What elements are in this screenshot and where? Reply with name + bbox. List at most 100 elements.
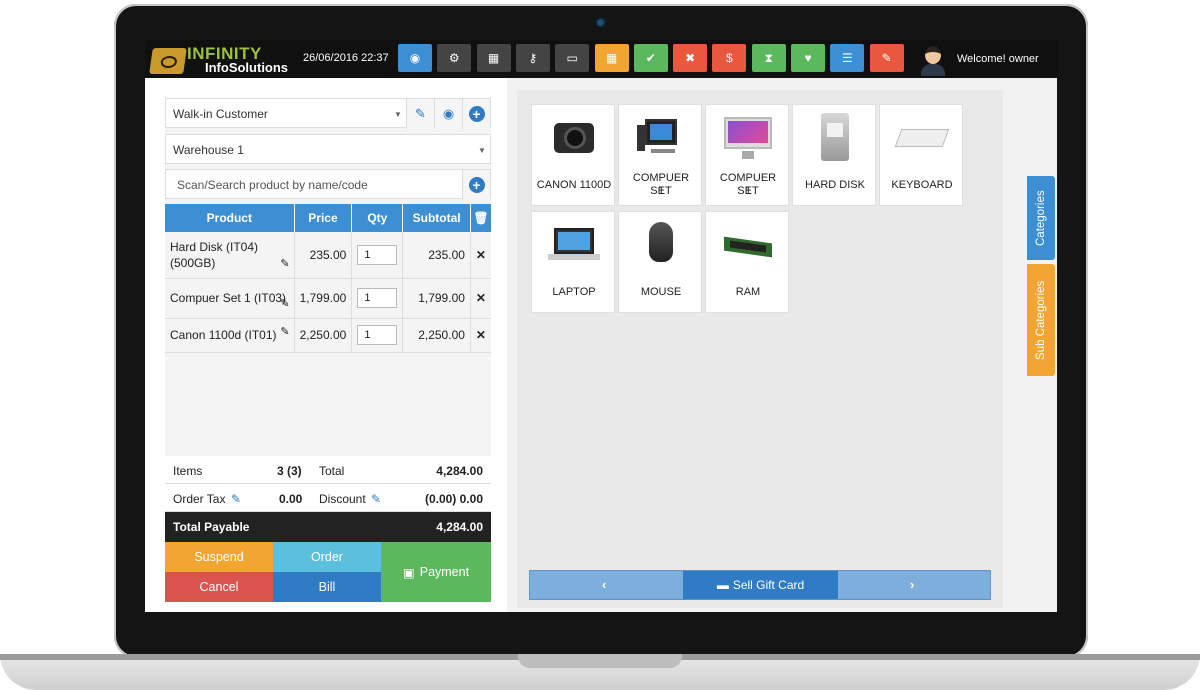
cart-table: Product Price Qty Subtotal 🗑 Hard Disk (… bbox=[165, 204, 491, 353]
eraser-icon: ✎ bbox=[881, 51, 892, 65]
product-tile[interactable]: MOUSE bbox=[618, 211, 702, 313]
totals-row-tax: Order Tax ✎ 0.00 Discount ✎ (0.00) 0.00 bbox=[165, 484, 491, 512]
add-product-button[interactable]: + bbox=[462, 170, 490, 200]
edit-customer-button[interactable]: ✎ bbox=[406, 99, 434, 129]
remove-item-icon[interactable]: ✕ bbox=[470, 278, 491, 319]
credit-card-icon: ▬ bbox=[716, 578, 729, 592]
product-tile[interactable]: KEYBOARD bbox=[879, 104, 963, 206]
product-tile[interactable]: COMPUER SET 1 bbox=[618, 104, 702, 206]
laptop-icon bbox=[548, 220, 600, 268]
ram-icon bbox=[722, 220, 774, 268]
customer-select[interactable]: Walk-in Customer ▼ ✎ ◉ + bbox=[165, 98, 491, 129]
mouse-icon bbox=[635, 220, 687, 268]
total-value: 4,284.00 bbox=[436, 464, 483, 478]
screen: INFINITY InfoSolutions 26/06/2016 22:37 … bbox=[145, 40, 1057, 612]
col-product: Product bbox=[165, 204, 295, 232]
laptop-icon: ▭ bbox=[566, 51, 578, 65]
col-qty: Qty bbox=[351, 204, 404, 232]
customer-value: Walk-in Customer bbox=[173, 107, 268, 121]
hourglass-icon: ⧗ bbox=[764, 50, 773, 65]
cart-subtotal: 2,250.00 bbox=[402, 318, 471, 353]
add-customer-button[interactable]: + bbox=[462, 99, 490, 129]
payment-button[interactable]: ▣ Payment bbox=[381, 542, 491, 602]
next-page-button[interactable]: › bbox=[910, 577, 914, 592]
remove-item-icon[interactable]: ✕ bbox=[470, 232, 491, 279]
check-button[interactable]: ✔ bbox=[633, 44, 668, 72]
cart-product-cell[interactable]: Hard Disk (IT04) (500GB) ✎ bbox=[165, 232, 295, 279]
sell-gift-card-button[interactable]: ▬ Sell Gift Card bbox=[683, 571, 838, 599]
product-tile[interactable]: CANON 1100D bbox=[531, 104, 615, 206]
categories-tab[interactable]: Categories bbox=[1027, 176, 1055, 260]
edit-item-icon[interactable]: ✎ bbox=[280, 256, 289, 272]
calculator-button[interactable]: ▦ bbox=[476, 44, 511, 72]
cart-product-cell[interactable]: Compuer Set 1 (IT03) ✎ bbox=[165, 278, 295, 319]
eraser-button[interactable]: ✎ bbox=[869, 44, 904, 72]
edit-discount-icon[interactable]: ✎ bbox=[371, 492, 381, 506]
cart-qty-cell: 1 bbox=[351, 318, 404, 353]
edit-item-icon[interactable]: ✎ bbox=[280, 296, 289, 312]
grid-button[interactable]: ▦ bbox=[594, 44, 629, 72]
hourglass-button[interactable]: ⧗ bbox=[751, 44, 786, 72]
product-tile[interactable]: RAM bbox=[705, 211, 789, 313]
qty-input[interactable]: 1 bbox=[357, 325, 398, 345]
remove-item-icon[interactable]: ✕ bbox=[470, 318, 491, 353]
qty-input[interactable]: 1 bbox=[357, 288, 398, 308]
product-tile[interactable]: LAPTOP bbox=[531, 211, 615, 313]
items-value: 3 (3) bbox=[277, 464, 302, 478]
product-search-input[interactable]: Scan/Search product by name/code + bbox=[165, 169, 491, 200]
dollar-button[interactable]: $ bbox=[712, 44, 747, 72]
settings-button[interactable]: ⚙ bbox=[437, 44, 472, 72]
suspend-button[interactable]: Suspend bbox=[165, 542, 273, 572]
cart-product-name-line2: (500GB) bbox=[170, 255, 216, 270]
close-circle-button[interactable]: ✖ bbox=[673, 44, 708, 72]
heart-button[interactable]: ♥ bbox=[791, 44, 825, 72]
welcome-text[interactable]: Welcome! owner bbox=[957, 53, 1039, 65]
dashboard-button[interactable]: ◉ bbox=[398, 44, 432, 72]
cart-price: 1,799.00 bbox=[294, 278, 353, 319]
logo[interactable]: INFINITY InfoSolutions bbox=[149, 42, 295, 76]
bill-button[interactable]: Bill bbox=[273, 572, 381, 602]
key-button[interactable]: ⚷ bbox=[515, 44, 550, 72]
avatar[interactable] bbox=[919, 42, 947, 76]
edit-item-icon[interactable]: ✎ bbox=[280, 324, 289, 340]
edit-tax-icon[interactable]: ✎ bbox=[231, 492, 241, 506]
qty-input[interactable]: 1 bbox=[357, 244, 398, 265]
total-label: Total bbox=[319, 464, 345, 478]
grid-icon: ▦ bbox=[605, 51, 618, 65]
cancel-button[interactable]: Cancel bbox=[165, 572, 273, 602]
cart-subtotal: 235.00 bbox=[402, 232, 471, 279]
avatar-head bbox=[925, 46, 941, 64]
cart-row: Compuer Set 1 (IT03) ✎ 1,799.00 1 1,799.00 ✕ bbox=[165, 278, 491, 319]
order-tax-label: Order Tax bbox=[173, 492, 226, 506]
cart-price: 235.00 bbox=[294, 232, 353, 279]
product-name: LAPTOP bbox=[552, 286, 596, 298]
pos-panel-inner: Walk-in Customer ▼ ✎ ◉ + Warehouse 1 ▼ S… bbox=[165, 98, 491, 602]
sell-gift-card-label: Sell Gift Card bbox=[732, 578, 805, 592]
cart-product-cell[interactable]: Canon 1100d (IT01) ✎ bbox=[165, 318, 295, 353]
order-button[interactable]: Order bbox=[273, 542, 381, 572]
plus-icon: + bbox=[468, 177, 485, 193]
cart-row: Hard Disk (IT04) (500GB) ✎ 235.00 1 235.00 ✕ bbox=[165, 232, 491, 279]
top-bar: INFINITY InfoSolutions 26/06/2016 22:37 … bbox=[145, 40, 1057, 78]
cart-qty-cell: 1 bbox=[351, 232, 404, 279]
warehouse-select[interactable]: Warehouse 1 ▼ bbox=[165, 134, 491, 164]
cart-price: 2,250.00 bbox=[294, 318, 353, 353]
discount-value: (0.00) 0.00 bbox=[424, 492, 483, 506]
product-tile[interactable]: HARD DISK bbox=[792, 104, 876, 206]
previous-page-button[interactable]: ‹ bbox=[602, 577, 606, 592]
pencil-icon: ✎ bbox=[415, 106, 426, 121]
view-customer-button[interactable]: ◉ bbox=[434, 99, 462, 129]
product-tile[interactable]: COMPUER SET 1 bbox=[705, 104, 789, 206]
trash-icon[interactable]: 🗑 bbox=[470, 204, 491, 232]
list-button[interactable]: ☰ bbox=[830, 44, 865, 72]
datetime: 26/06/2016 22:37 bbox=[303, 52, 389, 64]
product-name-line2: 1 bbox=[657, 185, 665, 197]
desktop-icon bbox=[635, 113, 687, 161]
laptop-button[interactable]: ▭ bbox=[555, 44, 590, 72]
search-placeholder: Scan/Search product by name/code bbox=[177, 178, 368, 192]
money-icon: ▣ bbox=[402, 565, 415, 580]
settings-icon: ⚙ bbox=[448, 51, 460, 65]
totals-row-items: Items 3 (3) Total 4,284.00 bbox=[165, 456, 491, 484]
subcategories-tab[interactable]: Sub Categories bbox=[1027, 264, 1055, 376]
cart-product-name: Canon 1100d (IT01) bbox=[170, 328, 277, 342]
